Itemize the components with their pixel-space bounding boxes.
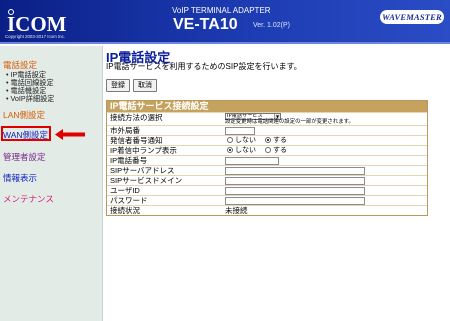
- red-arrow-icon: [55, 129, 85, 140]
- area-code-input[interactable]: [225, 127, 255, 135]
- section-header: IP電話サービス接続設定: [107, 101, 427, 112]
- row-ip-number: IP電話番号: [107, 155, 427, 165]
- connection-status-label: 接続状況: [110, 206, 140, 215]
- radio-circle-icon: [265, 147, 271, 153]
- radio-on-label: する: [273, 137, 287, 144]
- save-button[interactable]: 登録: [106, 79, 130, 92]
- sidebar-item-maintenance[interactable]: メンテナンス: [3, 193, 54, 205]
- sidebar-subitem-voip-detail[interactable]: VoIP詳細設定: [6, 94, 55, 104]
- sidebar-item-wan[interactable]: WAN側設定: [3, 129, 48, 141]
- connection-method-label: 接続方法の選択: [110, 113, 163, 122]
- row-sip-domain: SIPサービスドメイン: [107, 175, 427, 185]
- product-name: VE-TA10: [173, 16, 238, 33]
- radio-on-label: する: [273, 147, 287, 154]
- row-sip-server: SIPサーバアドレス: [107, 165, 427, 175]
- sidebar: 電話設定 IP電話設定 電話回線設定 電話機設定 VoIP詳細設定 LAN側設定…: [0, 46, 103, 321]
- radio-off-label: しない: [235, 137, 256, 144]
- sidebar-item-info[interactable]: 情報表示: [3, 172, 37, 184]
- row-password: パスワード: [107, 195, 427, 205]
- sip-settings-table: IP電話サービス接続設定 接続方法の選択 IP電話サービス ▼ 設定変更時は電話…: [106, 100, 428, 216]
- header-bar: ICOM Copyright 2003-2017 Icom Inc. VoIP …: [0, 0, 450, 44]
- main-content: IP電話設定 IP電話サービスを利用するためのSIP設定を行います。 登録 取消…: [104, 46, 450, 321]
- radio-circle-icon: [227, 137, 233, 143]
- row-area-code: 市外局番: [107, 125, 427, 135]
- sip-server-input[interactable]: [225, 167, 365, 175]
- row-connection-status: 接続状況 未接続: [107, 205, 427, 215]
- row-user-id: ユーザID: [107, 185, 427, 195]
- radio-circle-icon: [227, 147, 233, 153]
- page-description: IP電話サービスを利用するためのSIP設定を行います。: [106, 62, 302, 71]
- row-connection-method: 接続方法の選択 IP電話サービス ▼ 設定変更時は電話関連の設定の一部が変更され…: [107, 112, 427, 125]
- radio-off-label: しない: [235, 147, 256, 154]
- product-version: Ver. 1.02(P): [253, 22, 290, 29]
- sip-domain-input[interactable]: [225, 177, 365, 185]
- row-caller-id: 発信者番号通知 しない する: [107, 135, 427, 145]
- row-incoming-lamp: IP着信中ランプ表示 しない する: [107, 145, 427, 155]
- user-id-input[interactable]: [225, 187, 365, 195]
- sidebar-item-admin[interactable]: 管理者設定: [3, 151, 46, 163]
- radio-circle-icon: [265, 137, 271, 143]
- cancel-button[interactable]: 取消: [133, 79, 157, 92]
- ip-number-input[interactable]: [225, 157, 279, 165]
- copyright-text: Copyright 2003-2017 Icom Inc.: [5, 34, 66, 39]
- product-subtitle: VoIP TERMINAL ADAPTER: [172, 6, 271, 15]
- password-input[interactable]: [225, 197, 365, 205]
- sidebar-item-lan[interactable]: LAN側設定: [3, 109, 45, 121]
- connection-status-value: 未接続: [225, 206, 248, 215]
- wavemaster-logo: WAVEMASTER: [380, 10, 444, 24]
